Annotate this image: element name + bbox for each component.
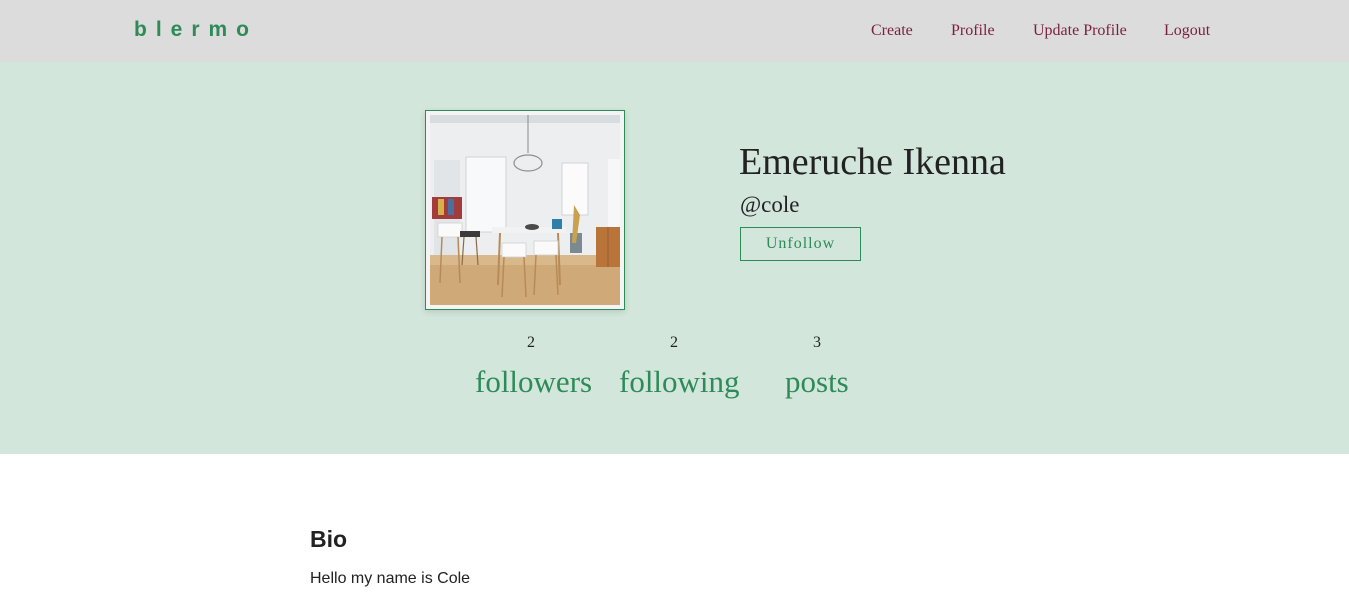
- following-link[interactable]: following: [619, 364, 740, 400]
- nav-link-logout[interactable]: Logout: [1164, 22, 1210, 40]
- bio-text: Hello my name is Cole: [310, 570, 471, 587]
- followers-count: 2: [527, 334, 535, 351]
- followers-link[interactable]: followers: [475, 364, 592, 400]
- profile-name: Emeruche Ikenna: [739, 141, 1006, 183]
- following-count: 2: [670, 334, 678, 351]
- profile-handle: @cole: [740, 192, 800, 217]
- navbar: blermo Create Profile Update Profile Log…: [0, 0, 1349, 62]
- nav-link-update-profile[interactable]: Update Profile: [1033, 22, 1127, 40]
- nav-link-create[interactable]: Create: [871, 22, 913, 40]
- brand-logo[interactable]: blermo: [134, 18, 258, 42]
- bio-title: Bio: [310, 526, 348, 552]
- avatar: [425, 110, 625, 310]
- nav-link-profile[interactable]: Profile: [951, 22, 995, 40]
- posts-link[interactable]: posts: [785, 364, 849, 400]
- room-photo-icon: [430, 115, 620, 305]
- posts-count: 3: [813, 334, 821, 351]
- unfollow-button[interactable]: Unfollow: [740, 227, 861, 261]
